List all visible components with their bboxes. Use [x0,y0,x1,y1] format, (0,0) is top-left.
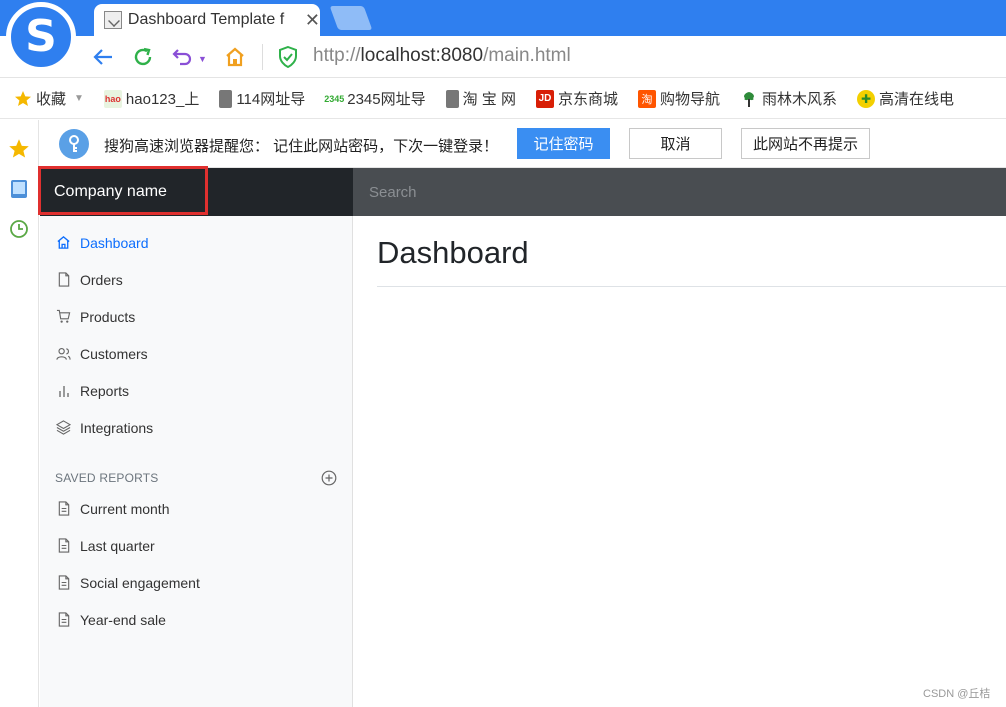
highlight-box [38,166,208,215]
browser-tab[interactable]: Dashboard Template f ✕ [94,4,320,36]
saved-report-item[interactable]: Current month [40,490,353,527]
browser-side-rail [0,120,39,707]
bookmark-hao123[interactable]: hao hao123_上 [103,88,199,109]
file-text-icon [56,501,71,516]
chevron-down-icon[interactable]: ▼ [74,93,84,104]
tab-title: Dashboard Template f [127,11,285,28]
sogou-browser-logo[interactable]: S [6,2,76,72]
sidebar-item-orders[interactable]: Orders [40,261,353,298]
taobao-icon: 淘 [637,89,656,108]
undo-icon[interactable] [170,44,196,70]
bookmark-114[interactable]: 114网址导 [219,88,305,109]
refresh-icon[interactable] [130,44,156,70]
saved-report-item[interactable]: Last quarter [40,527,353,564]
file-text-icon [56,575,71,590]
back-arrow-icon[interactable] [90,44,116,70]
sidebar: Dashboard Orders Products Customers Repo… [40,216,353,707]
bookmark-taobao[interactable]: 淘 宝 网 [445,88,516,109]
watermark: CSDN @丘桔 [923,688,991,700]
password-prompt-bar: 搜狗高速浏览器提醒您： 记住此网站密码，下次一键登录！ 记住密码 取消 此网站不… [40,120,1006,168]
plus-circle-icon[interactable] [321,470,337,486]
layers-icon [56,420,71,435]
saved-reports-heading: SAVED REPORTS [55,471,159,485]
bookmark-jd[interactable]: JD 京东商城 [535,88,618,109]
bookmark-video[interactable]: ✚ 高清在线电 [857,88,954,109]
file-text-icon [56,538,71,553]
file-icon [56,272,71,287]
undo-dropdown-icon[interactable]: ▼ [198,54,207,64]
users-icon [56,346,71,361]
bookmark-ylmf[interactable]: 雨林木风系 [740,88,837,109]
browser-toolbar: ▼ http://localhost:8080/main.html [0,36,1006,78]
bookmark-shopping[interactable]: 淘 购物导航 [637,88,720,109]
address-field[interactable]: http://localhost:8080/main.html [313,45,571,67]
file-text-icon [56,612,71,627]
close-icon[interactable]: ✕ [305,10,320,31]
shield-icon[interactable] [278,45,298,69]
history-clock-icon[interactable] [8,218,30,240]
sidebar-item-dashboard[interactable]: Dashboard [40,224,353,261]
divider [377,286,1006,287]
saved-report-item[interactable]: Social engagement [40,564,353,601]
hao123-icon: hao [103,89,122,108]
sidebar-item-reports[interactable]: Reports [40,372,353,409]
never-prompt-button[interactable]: 此网站不再提示 [741,128,870,159]
bar-chart-icon [56,383,71,398]
cart-icon [56,309,71,324]
home-icon[interactable] [222,44,248,70]
password-prompt-message: 搜狗高速浏览器提醒您： 记住此网站密码，下次一键登录！ [104,138,499,155]
page-title: Dashboard [377,235,529,270]
2345-icon: 2345 [324,93,345,104]
cancel-button[interactable]: 取消 [629,128,722,159]
separator [262,44,263,70]
page-icon [219,89,233,108]
page-icon [445,89,459,108]
tree-icon [740,90,758,108]
star-icon[interactable] [8,138,30,160]
sidebar-item-products[interactable]: Products [40,298,353,335]
key-icon [59,129,89,159]
remember-password-button[interactable]: 记住密码 [517,128,610,159]
page-favicon-icon [104,11,122,29]
star-icon [14,90,32,108]
app-navbar: Company name Search [38,166,1006,216]
sidebar-item-customers[interactable]: Customers [40,335,353,372]
bookmark-favorites[interactable]: 收藏 ▼ [14,88,84,109]
tablet-icon[interactable] [8,178,30,200]
bookmarks-bar: 收藏 ▼ hao hao123_上 114网址导 2345 2345网址导 淘 宝… [0,79,1006,119]
saved-report-item[interactable]: Year-end sale [40,601,353,638]
sidebar-item-integrations[interactable]: Integrations [40,409,353,446]
search-input[interactable]: Search [353,168,1006,216]
bookmark-2345[interactable]: 2345 2345网址导 [324,88,425,109]
home-icon [56,235,71,250]
video-icon: ✚ [857,89,876,108]
jd-icon: JD [535,89,554,108]
